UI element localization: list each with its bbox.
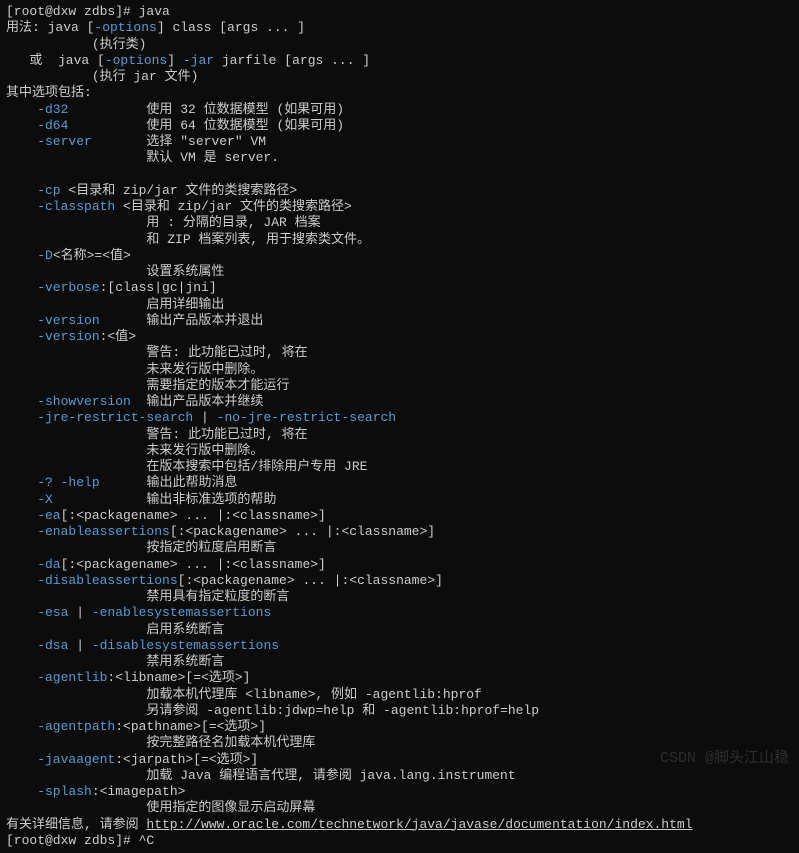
txt: 选择 "server" VM [92,134,266,149]
doc-link[interactable]: http://www.oracle.com/technetwork/java/j… [146,817,692,832]
opt-d: -D [6,248,53,263]
opt-agentpath: -agentpath [6,719,115,734]
txt: 其中选项包括: [6,85,92,100]
opt-help: -help [61,475,100,490]
terminal-output: [root@dxw zdbs]# java 用法: java [-options… [6,4,793,849]
txt: 另请参阅 -agentlib:jdwp=help 和 -agentlib:hpr… [6,703,539,718]
opt-cp: -cp [6,183,61,198]
txt: 使用 64 位数据模型 (如果可用) [68,118,344,133]
opt: -options [105,53,167,68]
txt: 输出此帮助消息 [100,475,238,490]
opt-disablesys: -disablesystemassertions [92,638,279,653]
opt-showversion: -showversion [6,394,131,409]
txt: 禁用系统断言 [6,654,224,669]
opt: -jar [183,53,214,68]
txt: <目录和 zip/jar 文件的类搜索路径> [115,199,352,214]
blank [6,167,14,182]
opt-x: -X [6,492,53,507]
opt-splash: -splash [6,784,92,799]
opt-agentlib: -agentlib [6,670,107,685]
txt: [:<packagename> ... |:<classname>] [61,508,326,523]
txt: [:<packagename> ... |:<classname>] [178,573,443,588]
txt: 需要指定的版本才能运行 [6,378,289,393]
txt: 输出非标准选项的帮助 [53,492,277,507]
txt: 输出产品版本并退出 [100,313,264,328]
opt-disableassertions: -disableassertions [6,573,178,588]
txt: 和 ZIP 档案列表, 用于搜索类文件。 [6,232,370,247]
txt: | [68,605,91,620]
txt: 使用 32 位数据模型 (如果可用) [68,102,344,117]
txt [53,475,61,490]
txt: 加载本机代理库 <libname>, 例如 -agentlib:hprof [6,687,482,702]
txt: :<值> [100,329,136,344]
opt-classpath: -classpath [6,199,115,214]
prompt-line: [root@dxw zdbs]# ^C [6,833,154,848]
opt-version: -version [6,313,100,328]
txt: 使用指定的图像显示启动屏幕 [6,800,315,815]
opt-no-jre-restrict: -no-jre-restrict-search [217,410,396,425]
txt: 启用详细输出 [6,297,224,312]
txt: 警告: 此功能已过时, 将在 [6,345,308,360]
opt-ea: -ea [6,508,61,523]
txt: ] class [args ... ] [157,20,305,35]
txt: jarfile [args ... ] [214,53,370,68]
txt: 加载 Java 编程语言代理, 请参阅 java.lang.instrument [6,768,516,783]
txt: 启用系统断言 [6,622,224,637]
opt-javaagent: -javaagent [6,752,115,767]
txt: (执行类) [6,37,146,52]
opt-verbose: -verbose [6,280,100,295]
txt: | [68,638,91,653]
txt: 警告: 此功能已过时, 将在 [6,427,308,442]
txt: 设置系统属性 [6,264,224,279]
txt: 按指定的粒度启用断言 [6,540,276,555]
txt: 在版本搜索中包括/排除用户专用 JRE [6,459,367,474]
opt-jre-restrict: -jre-restrict-search [6,410,193,425]
txt: :<libname>[=<选项>] [107,670,250,685]
txt: :[class|gc|jni] [100,280,217,295]
txt: ] [167,53,183,68]
txt: [:<packagename> ... |:<classname>] [61,557,326,572]
txt: 未来发行版中删除。 [6,443,263,458]
txt: :<pathname>[=<选项>] [115,719,266,734]
txt: <名称>=<值> [53,248,131,263]
txt: 禁用具有指定粒度的断言 [6,589,289,604]
opt: -options [94,20,156,35]
txt: 或 java [ [6,53,105,68]
txt: 默认 VM 是 server. [6,150,279,165]
opt-version-val: -version [6,329,100,344]
opt-esa: -esa [6,605,68,620]
txt: 按完整路径名加载本机代理库 [6,735,315,750]
opt-dsa: -dsa [6,638,68,653]
opt-enableassertions: -enableassertions [6,524,170,539]
txt: 用 : 分隔的目录, JAR 档案 [6,215,321,230]
txt: 输出产品版本并继续 [131,394,264,409]
opt-da: -da [6,557,61,572]
txt: (执行 jar 文件) [6,69,198,84]
txt: | [193,410,216,425]
opt-q: -? [6,475,53,490]
txt: 有关详细信息, 请参阅 [6,817,146,832]
usage-text: 用法: java [ [6,20,94,35]
opt-d64: -d64 [6,118,68,133]
txt: [:<packagename> ... |:<classname>] [170,524,435,539]
opt-enablesys: -enablesystemassertions [92,605,271,620]
opt-server: -server [6,134,92,149]
txt: 未来发行版中删除。 [6,362,263,377]
prompt-line: [root@dxw zdbs]# java [6,4,170,19]
txt: :<imagepath> [92,784,186,799]
txt: :<jarpath>[=<选项>] [115,752,258,767]
opt-d32: -d32 [6,102,68,117]
txt: <目录和 zip/jar 文件的类搜索路径> [61,183,298,198]
